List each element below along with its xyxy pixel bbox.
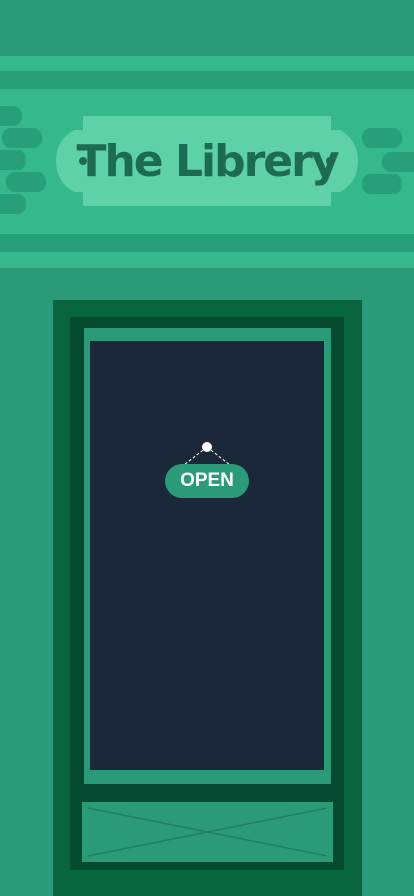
brick — [362, 174, 402, 194]
door-window — [90, 341, 324, 770]
brick — [0, 150, 26, 170]
brick — [2, 128, 42, 148]
store-title: The Librery — [76, 135, 339, 187]
sign-hook-icon — [202, 442, 212, 452]
brick — [382, 152, 414, 172]
kick-panel-cross — [87, 807, 328, 857]
store-sign-plaque: The Librery — [56, 116, 358, 206]
brick — [0, 194, 26, 214]
brick — [0, 106, 22, 126]
brick — [362, 128, 402, 148]
top-wall-band — [0, 0, 414, 56]
door-kick-panel — [82, 802, 333, 862]
facade-trim-top — [0, 71, 414, 89]
open-sign[interactable]: OPEN — [165, 464, 249, 498]
facade-trim-bottom — [0, 234, 414, 252]
brick — [6, 172, 46, 192]
